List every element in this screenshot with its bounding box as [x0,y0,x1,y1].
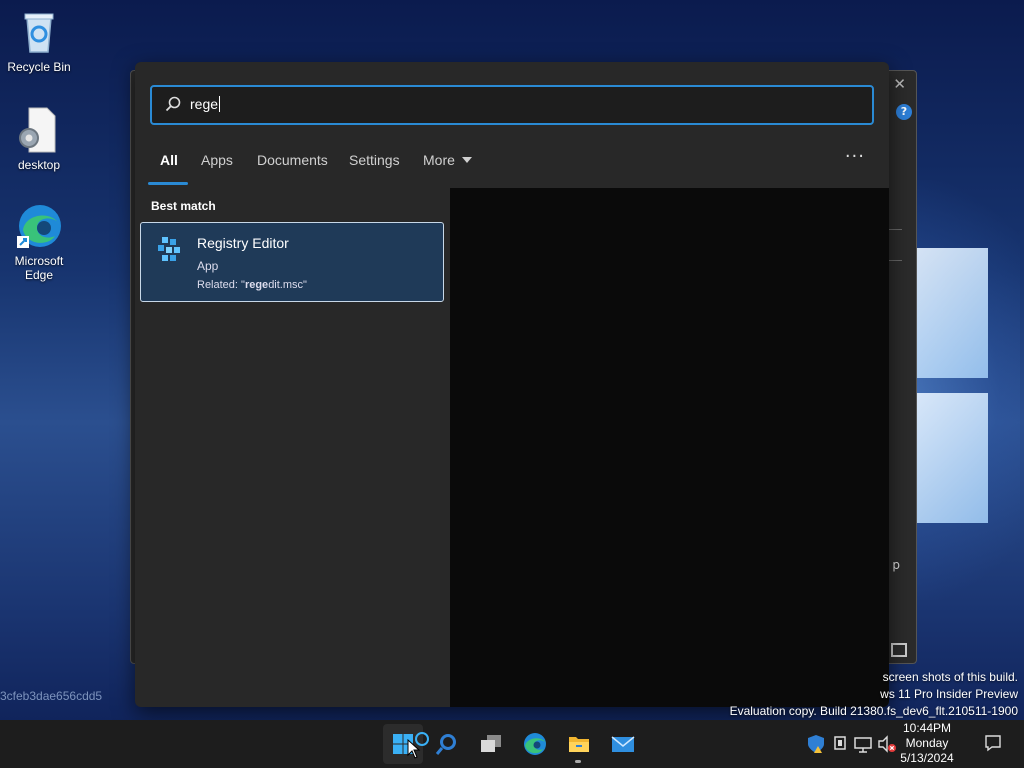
watermark-line-1: screen shots of this build. [882,670,1018,684]
search-input[interactable]: rege [150,85,874,125]
result-related: Related: "regedit.msc" [197,279,307,291]
edge-taskbar-button[interactable] [515,724,555,764]
clock-time: 10:44PM [902,721,952,735]
settings-file-icon [15,106,63,154]
result-type: App [197,259,219,273]
result-preview-pane [450,188,889,707]
watermark-line-2: ws 11 Pro Insider Preview [880,687,1018,701]
tab-apps[interactable]: Apps [189,152,245,168]
best-match-result[interactable]: Registry Editor App Related: "regedit.ms… [140,222,444,302]
recycle-bin-icon [15,8,63,56]
tab-all[interactable]: All [148,152,190,185]
tab-more[interactable]: More [411,152,484,168]
search-icon [165,96,181,112]
best-match-label: Best match [151,199,216,213]
edge-icon [524,733,546,755]
task-view-button[interactable] [471,724,511,764]
tab-documents[interactable]: Documents [245,152,340,168]
running-app-indicator [575,760,581,763]
active-tab-indicator [148,182,188,185]
edge-icon [15,202,63,250]
taskbar: 10:44PM Monday 5/13/2024 [0,720,1024,768]
window-toggle-icon[interactable] [891,643,907,657]
desktop-icon-label: Microsoft Edge [14,254,64,282]
watermark-hash: 3cfeb3dae656cdd5 [0,689,103,703]
clock-date: 5/13/2024 [900,751,954,765]
desktop-icon-desktop[interactable]: desktop [1,106,77,172]
windows-wallpaper-logo [908,238,1018,538]
taskbar-search-button[interactable] [427,724,467,764]
chevron-down-icon [461,157,472,163]
desktop-icon-label: desktop [17,158,61,172]
registry-editor-icon [158,237,180,261]
file-explorer-button[interactable] [559,724,599,764]
search-icon [435,734,456,755]
more-options-button[interactable]: ··· [845,146,865,167]
file-explorer-icon [569,737,589,752]
search-panel: rege All Apps Documents Settings More ··… [135,62,889,707]
desktop-icon-recycle-bin[interactable]: Recycle Bin [1,8,77,74]
clock-day: Monday [905,736,949,750]
mail-icon [611,736,635,752]
result-title: Registry Editor [197,235,289,251]
tab-settings[interactable]: Settings [337,152,412,168]
help-icon[interactable]: ? [896,104,912,120]
desktop-icon-edge[interactable]: Microsoft Edge [1,202,77,282]
close-icon[interactable]: ✕ [893,75,906,93]
background-window-partial-text: p [892,558,900,572]
search-query-text: rege [190,96,221,112]
usb-device-icon[interactable] [830,734,850,754]
desktop-icon-label: Recycle Bin [7,60,71,74]
notification-center-icon[interactable] [984,734,1002,752]
mail-button[interactable] [603,724,643,764]
system-clock[interactable]: 10:44PM Monday 5/13/2024 [892,721,962,766]
mouse-cursor-icon [407,739,421,759]
task-view-icon [481,735,501,752]
network-icon[interactable] [853,734,873,754]
security-shield-icon[interactable] [806,734,826,754]
watermark-line-3: Evaluation copy. Build 21380.fs_dev6_flt… [729,704,1018,718]
